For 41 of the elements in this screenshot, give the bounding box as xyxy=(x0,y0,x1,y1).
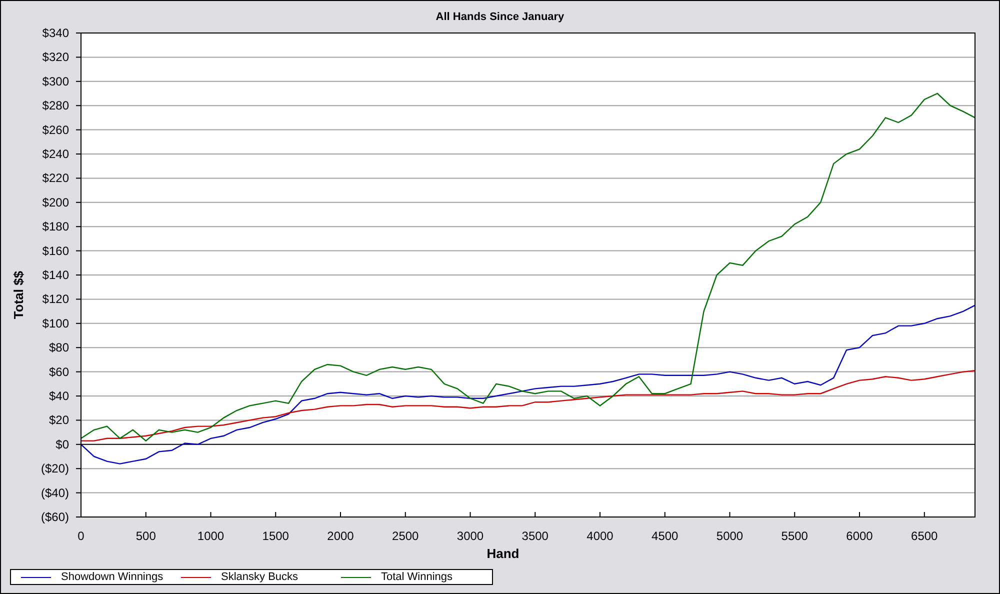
y-axis-label: Total $$ xyxy=(11,270,26,320)
tick-label: 2000 xyxy=(327,529,354,543)
tick-label: ($20) xyxy=(40,462,69,476)
legend-label: Total Winnings xyxy=(381,571,453,583)
tick-label: 500 xyxy=(136,529,156,543)
tick-label: $320 xyxy=(42,50,69,64)
tick-label: 3000 xyxy=(456,529,484,543)
tick-label: $280 xyxy=(42,98,69,113)
tick-label: $160 xyxy=(42,244,69,258)
tick-label: $80 xyxy=(48,340,69,355)
tick-label: 5500 xyxy=(781,529,808,543)
tick-label: $40 xyxy=(48,389,69,403)
tick-label: 1000 xyxy=(197,529,224,543)
tick-label: $260 xyxy=(42,122,69,137)
tick-label: $0 xyxy=(56,437,69,452)
tick-label: 4500 xyxy=(652,529,678,543)
tick-label: 3500 xyxy=(522,529,548,543)
tick-label: $240 xyxy=(42,147,69,161)
tick-label: ($40) xyxy=(40,486,69,500)
tick-label: $200 xyxy=(42,195,69,210)
tick-label: 2500 xyxy=(392,529,419,543)
tick-label: $20 xyxy=(48,413,69,428)
x-axis-label: Hand xyxy=(486,546,520,561)
tick-label: $300 xyxy=(42,74,69,88)
tick-label: 1500 xyxy=(262,529,289,543)
chart-title: All Hands Since January xyxy=(436,10,564,22)
tick-label: $180 xyxy=(42,220,69,234)
tick-label: 0 xyxy=(78,529,84,543)
tick-label: $220 xyxy=(42,171,69,186)
tick-label: $340 xyxy=(42,26,69,40)
tick-label: 6500 xyxy=(911,529,938,543)
tick-label: 5000 xyxy=(716,529,744,543)
tick-label: $140 xyxy=(42,268,69,282)
tick-label: $60 xyxy=(48,364,69,379)
tick-label: $120 xyxy=(42,292,69,306)
tick-label: ($60) xyxy=(40,510,69,524)
legend-label: Sklansky Bucks xyxy=(221,571,298,583)
tick-label: 4000 xyxy=(586,529,614,543)
legend-label: Showdown Winnings xyxy=(61,571,164,583)
tick-label: 6000 xyxy=(846,529,873,543)
tick-label: $100 xyxy=(42,316,69,330)
